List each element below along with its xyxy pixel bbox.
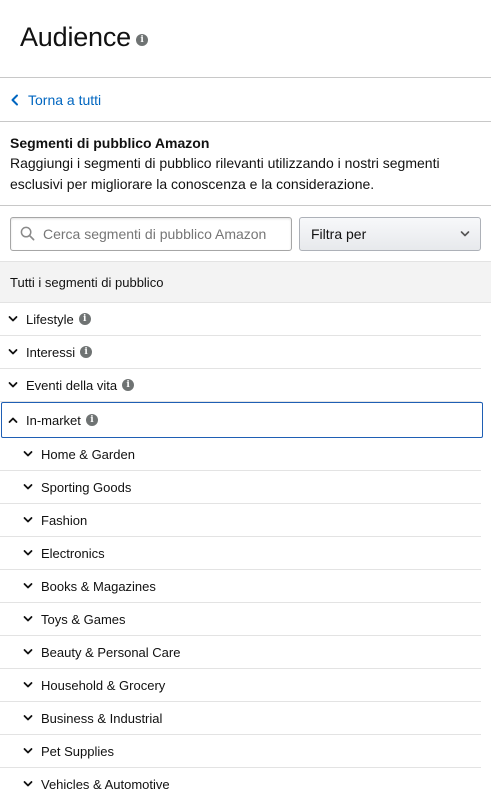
subcategory-item[interactable]: Beauty & Personal Care — [0, 636, 481, 669]
subcategory-label: Pet Supplies — [41, 743, 114, 759]
chevron-down-icon — [8, 349, 18, 355]
subcategory-item[interactable]: Books & Magazines — [0, 570, 481, 603]
category-label: Eventi della vita — [26, 377, 118, 393]
subcategory-label: Vehicles & Automotive — [41, 776, 170, 789]
search-icon — [20, 226, 35, 241]
search-box[interactable] — [10, 216, 292, 251]
in-market-subcategories: Home & Garden Sporting Goods Fashion Ele… — [0, 438, 491, 789]
subcategory-label: Fashion — [41, 512, 88, 528]
chevron-down-icon — [8, 316, 18, 322]
filter-dropdown[interactable]: Filtra per — [299, 216, 481, 251]
back-link-label: Torna a tutti — [28, 91, 102, 108]
chevron-down-icon — [23, 451, 33, 457]
back-to-all-link[interactable]: Torna a tutti — [0, 78, 491, 122]
category-label: Interessi — [26, 344, 76, 360]
subcategory-label: Books & Magazines — [41, 578, 156, 594]
chevron-down-icon — [23, 616, 33, 622]
chevron-down-icon — [23, 682, 33, 688]
subcategory-label: Toys & Games — [41, 611, 126, 627]
info-icon[interactable]: i — [80, 346, 93, 358]
subcategory-label: Sporting Goods — [41, 479, 132, 495]
chevron-down-icon — [460, 230, 470, 236]
category-label: In-market — [26, 412, 81, 428]
info-icon[interactable]: i — [136, 33, 148, 46]
amazon-audiences-section: Segmenti di pubblico Amazon Raggiungi i … — [0, 122, 491, 206]
subcategory-label: Business & Industrial — [41, 710, 163, 726]
info-icon[interactable]: i — [85, 414, 98, 426]
section-title: Segmenti di pubblico Amazon — [10, 135, 210, 151]
segment-tree: Lifestyle i Interessi i Eventi della vit… — [0, 303, 491, 789]
category-interessi[interactable]: Interessi i — [0, 336, 481, 369]
page-header: Audience i — [0, 0, 491, 78]
page-title-text: Audience — [20, 22, 131, 52]
section-description: Raggiungi i segmenti di pubblico rilevan… — [10, 155, 440, 192]
subcategory-label: Home & Garden — [41, 446, 135, 462]
subcategory-item[interactable]: Sporting Goods — [0, 471, 481, 504]
subcategory-item[interactable]: Home & Garden — [0, 438, 481, 471]
category-eventi-della-vita[interactable]: Eventi della vita i — [0, 369, 481, 402]
category-lifestyle[interactable]: Lifestyle i — [0, 303, 481, 336]
all-segments-header: Tutti i segmenti di pubblico — [0, 262, 491, 303]
chevron-down-icon — [23, 781, 33, 787]
page-title: Audience i — [20, 22, 148, 53]
chevron-down-icon — [23, 484, 33, 490]
all-segments-label: Tutti i segmenti di pubblico — [10, 274, 164, 290]
subcategory-item[interactable]: Pet Supplies — [0, 735, 481, 768]
search-input[interactable] — [43, 225, 283, 242]
subcategory-item[interactable]: Toys & Games — [0, 603, 481, 636]
category-in-market[interactable]: In-market i — [1, 402, 483, 438]
subcategory-item[interactable]: Fashion — [0, 504, 481, 537]
subcategory-label: Household & Grocery — [41, 677, 166, 693]
chevron-left-icon — [11, 94, 18, 105]
chevron-down-icon — [23, 649, 33, 655]
subcategory-label: Electronics — [41, 545, 105, 561]
chevron-down-icon — [23, 748, 33, 754]
chevron-down-icon — [23, 583, 33, 589]
chevron-down-icon — [23, 715, 33, 721]
subcategory-label: Beauty & Personal Care — [41, 644, 181, 660]
chevron-down-icon — [23, 550, 33, 556]
subcategory-item[interactable]: Vehicles & Automotive — [0, 768, 481, 789]
search-filter-bar: Filtra per — [0, 206, 491, 262]
subcategory-item[interactable]: Electronics — [0, 537, 481, 570]
info-icon[interactable]: i — [78, 313, 91, 325]
info-icon[interactable]: i — [122, 379, 135, 391]
filter-label: Filtra per — [311, 225, 367, 242]
subcategory-item[interactable]: Household & Grocery — [0, 669, 481, 702]
chevron-down-icon — [8, 382, 18, 388]
subcategory-item[interactable]: Business & Industrial — [0, 702, 481, 735]
chevron-up-icon — [8, 417, 18, 423]
category-label: Lifestyle — [26, 311, 74, 327]
chevron-down-icon — [23, 517, 33, 523]
